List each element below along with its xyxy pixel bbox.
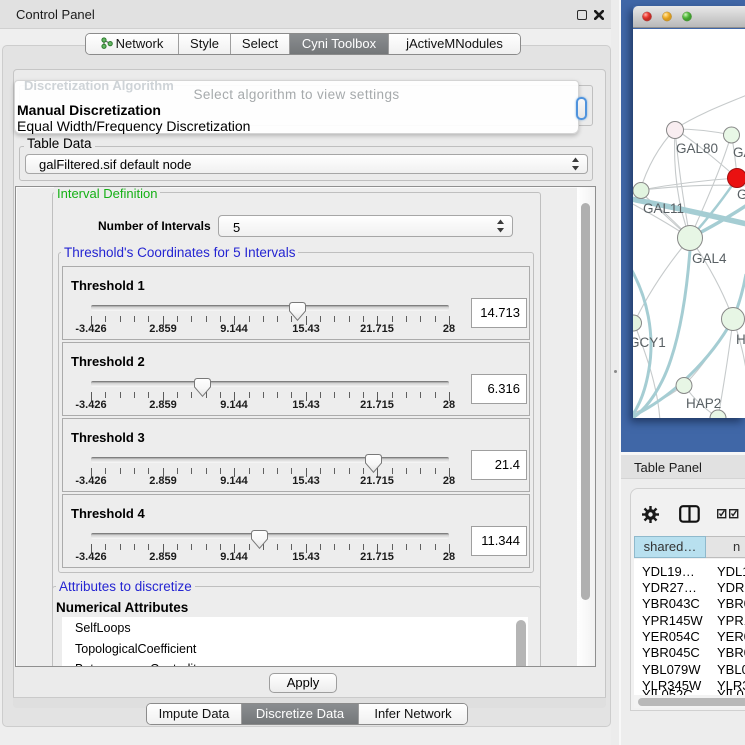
svg-text:GCY1: GCY1 (633, 335, 666, 350)
svg-text:GAL11: GAL11 (643, 201, 684, 216)
svg-text:GAL80: GAL80 (676, 141, 718, 156)
svg-text:GAL4: GAL4 (692, 251, 727, 266)
svg-text:HA: HA (736, 332, 745, 347)
svg-text:HAP2: HAP2 (686, 396, 721, 411)
svg-text:G: G (737, 187, 745, 202)
svg-text:GA: GA (733, 145, 745, 160)
